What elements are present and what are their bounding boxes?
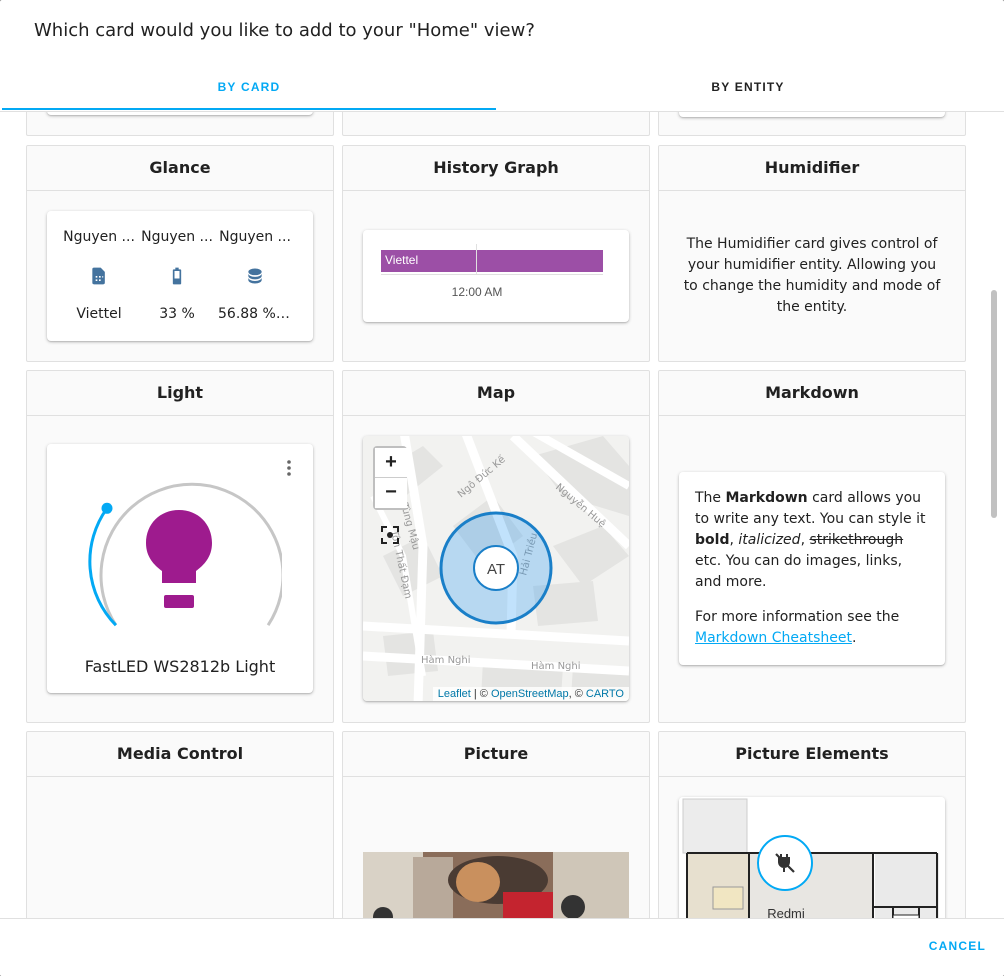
openstreetmap-link[interactable]: OpenStreetMap	[491, 688, 569, 700]
card-option-title: Media Control	[27, 732, 333, 777]
card-option-partial[interactable]	[26, 112, 334, 136]
card-option-humidifier[interactable]: Humidifier The Humidifier card gives con…	[658, 145, 966, 362]
markdown-paragraph: The Markdown card allows you to write an…	[695, 488, 931, 593]
strikethrough-text: strikethrough	[809, 532, 904, 548]
lightbulb-icon[interactable]	[144, 508, 214, 610]
attribution-separator: | ©	[470, 688, 491, 700]
text: .	[851, 630, 857, 646]
bold-text: Markdown	[725, 490, 808, 506]
zoom-control: + −	[373, 446, 407, 510]
glance-entity-state: 56.88 % ...	[218, 306, 292, 322]
history-time-label: 12:00 AM	[451, 285, 503, 299]
active-tab-indicator	[2, 108, 496, 110]
glance-entity-state: 33 %	[159, 306, 195, 322]
scrollbar-thumb[interactable]	[991, 290, 997, 518]
card-option-picture-elements[interactable]: Picture Elements Redmi	[658, 731, 966, 918]
markdown-card-preview: The Markdown card allows you to write an…	[679, 472, 945, 665]
map-attribution: Leaflet | © OpenStreetMap, © CARTO	[432, 687, 629, 701]
bold-text: bold	[695, 532, 730, 548]
card-preview	[47, 112, 313, 115]
glance-entity: Nguyen ... Viettel	[62, 211, 136, 341]
picture-card-image	[363, 852, 629, 918]
map-card-preview[interactable]: Tùng Mậu Ngô Đức Kế Nguyễn Huệ Hải Triều…	[363, 436, 629, 701]
markdown-cheatsheet-link[interactable]: Markdown Cheatsheet	[695, 630, 852, 646]
humidifier-description: The Humidifier card gives control of you…	[683, 236, 941, 315]
dots-vertical-icon[interactable]	[285, 459, 293, 477]
text: The	[695, 490, 726, 506]
cancel-button[interactable]: CANCEL	[929, 939, 986, 953]
light-name: FastLED WS2812b Light	[84, 657, 276, 676]
add-card-dialog: Which card would you like to add to your…	[0, 0, 1004, 976]
card-option-title: Markdown	[659, 371, 965, 416]
card-option-title: Glance	[27, 146, 333, 191]
text: For more information see the	[695, 609, 900, 625]
card-option-map[interactable]: Map Tùng Mậu Ngô Đức Kế Nguyễn Huệ Hải T…	[342, 370, 650, 723]
fit-map-icon[interactable]	[380, 525, 400, 545]
light-card-preview: FastLED WS2812b Light	[47, 444, 313, 693]
card-option-partial[interactable]	[658, 112, 966, 136]
card-option-title: Picture	[343, 732, 649, 777]
card-option-markdown[interactable]: Markdown The Markdown card allows you to…	[658, 370, 966, 723]
glance-entity: Nguyen ... 33 %	[140, 211, 214, 341]
glance-entity-name: Nguyen ...	[219, 229, 291, 245]
power-plug-off-icon	[775, 853, 795, 873]
glance-entity: Nguyen ... 56.88 % ...	[218, 211, 292, 341]
dialog-footer: CANCEL	[0, 918, 1004, 976]
history-timeline-bar: Viettel	[381, 250, 603, 272]
map-street-label: Hàm Nghi	[531, 660, 581, 672]
leaflet-link[interactable]: Leaflet	[438, 688, 471, 700]
zoom-in-button[interactable]: +	[375, 448, 407, 478]
history-gridline	[476, 244, 477, 274]
card-option-title: Humidifier	[659, 146, 965, 191]
card-option-title: History Graph	[343, 146, 649, 191]
database-icon	[248, 268, 262, 284]
picture-element-label: Redmi	[767, 906, 805, 918]
card-option-media-control[interactable]: Media Control	[26, 731, 334, 918]
card-option-partial[interactable]	[342, 112, 650, 136]
glance-entity-name: Nguyen ...	[141, 229, 213, 245]
picture-elements-card-preview: Redmi	[679, 797, 945, 918]
italic-text: italicized	[738, 532, 801, 548]
text: etc. You can do images, links, and more.	[695, 553, 903, 590]
history-bar-label: Viettel	[385, 253, 419, 267]
card-option-history-graph[interactable]: History Graph Viettel 12:00 AM	[342, 145, 650, 362]
carto-link[interactable]: CARTO	[586, 688, 624, 700]
card-option-picture[interactable]: Picture	[342, 731, 650, 918]
history-axis	[381, 274, 603, 275]
sim-card-icon	[92, 267, 105, 285]
tab-bar: BY CARD BY ENTITY	[0, 64, 1004, 112]
dialog-title: Which card would you like to add to your…	[34, 20, 535, 41]
map-street-label: Hàm Nghi	[421, 654, 471, 666]
battery-icon	[172, 267, 182, 285]
card-picker-list[interactable]: Glance Nguyen ... Viettel Nguyen ... 33 …	[0, 112, 1004, 918]
markdown-content: The Markdown card allows you to write an…	[695, 488, 931, 649]
attribution-separator: , ©	[568, 688, 586, 700]
card-option-glance[interactable]: Glance Nguyen ... Viettel Nguyen ... 33 …	[26, 145, 334, 362]
glance-entity-state: Viettel	[76, 306, 122, 322]
card-option-title: Picture Elements	[659, 732, 965, 777]
card-option-title: Light	[27, 371, 333, 416]
zoom-out-button[interactable]: −	[375, 478, 407, 508]
glance-entity-name: Nguyen ...	[63, 229, 135, 245]
history-graph-card-preview: Viettel 12:00 AM	[363, 230, 629, 322]
power-plug-off-button[interactable]	[757, 835, 813, 891]
glance-card-preview: Nguyen ... Viettel Nguyen ... 33 % Nguye…	[47, 211, 313, 341]
markdown-paragraph: For more information see the Markdown Ch…	[695, 607, 931, 649]
slider-handle[interactable]	[101, 502, 113, 514]
card-preview	[679, 112, 945, 117]
tab-by-entity[interactable]: BY ENTITY	[496, 64, 1000, 111]
card-option-title: Map	[343, 371, 649, 416]
location-marker-label: AT	[487, 561, 505, 578]
tab-by-card[interactable]: BY CARD	[2, 64, 496, 111]
card-option-light[interactable]: Light FastLED WS2812b Light	[26, 370, 334, 723]
